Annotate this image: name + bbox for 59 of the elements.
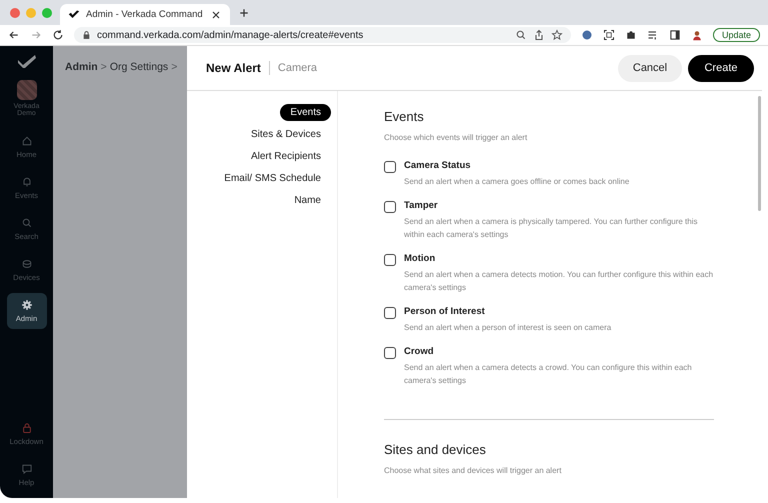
- breadcrumb-separator: >: [100, 61, 107, 75]
- browser-tab[interactable]: Admin - Verkada Command: [60, 4, 230, 25]
- lock-icon: [82, 29, 91, 41]
- checkbox[interactable]: [384, 201, 396, 213]
- breadcrumb-link[interactable]: Admin: [65, 61, 98, 498]
- star-icon[interactable]: [550, 29, 563, 41]
- option-label: Person of Interest: [404, 306, 486, 317]
- close-window-icon[interactable]: [10, 8, 20, 18]
- home-icon: [20, 135, 32, 147]
- breadcrumb-link[interactable]: Org Settings: [110, 61, 168, 498]
- gear-icon: [20, 299, 32, 311]
- option-description: Send an alert when a camera detects motion. You can further configure this within each camera's settings: [404, 269, 714, 294]
- screenshot-icon[interactable]: [602, 29, 615, 41]
- option-label: Motion: [404, 253, 436, 264]
- close-icon[interactable]: [210, 8, 222, 20]
- reload-icon[interactable]: [52, 29, 64, 41]
- search-icon: [20, 217, 32, 229]
- section-title: Sites and devices: [384, 442, 487, 457]
- option-label: Crowd: [404, 346, 435, 357]
- breadcrumb-separator: >: [171, 61, 178, 75]
- option-label: Camera Status: [404, 160, 472, 171]
- lock-icon: [20, 422, 32, 434]
- cancel-button[interactable]: Cancel: [618, 54, 682, 82]
- create-button[interactable]: Create: [688, 54, 754, 82]
- step-link[interactable]: Name: [284, 192, 331, 209]
- avatar-icon[interactable]: [690, 29, 703, 41]
- step-link[interactable]: Email/ SMS Schedule: [214, 170, 331, 187]
- playlist-icon[interactable]: [646, 29, 659, 41]
- section-title: Events: [384, 109, 425, 124]
- update-button[interactable]: Update: [712, 28, 760, 42]
- checkbox[interactable]: [384, 161, 396, 173]
- option-description: Send an alert when a camera goes offline or comes back online: [404, 176, 630, 188]
- section-description: Choose which events will trigger an alert: [384, 133, 528, 142]
- checkbox[interactable]: [384, 254, 396, 266]
- scrollbar-thumb[interactable]: [758, 96, 761, 211]
- panel-title: New Alert: [206, 61, 270, 75]
- option-description: Send an alert when a person of interest is seen on camera: [404, 322, 612, 334]
- section-description: Choose what sites and devices will trigger an alert: [384, 466, 562, 475]
- logo-icon: [68, 8, 80, 20]
- chat-icon: [20, 463, 32, 475]
- option-label: Tamper: [404, 200, 439, 211]
- panel-subtitle: Camera: [276, 62, 318, 74]
- option-description: Send an alert when a camera is physically tampered. You can further configure this within each camera's settings: [404, 216, 698, 241]
- option-description: Send an alert when a camera detects a crowd. You can configure this within each camera's settings: [404, 362, 693, 387]
- extension-icon[interactable]: [580, 29, 593, 41]
- address-bar[interactable]: command.verkada.com/admin/manage-alerts/create#events: [74, 27, 571, 43]
- logo-icon[interactable]: [18, 54, 36, 68]
- back-icon[interactable]: [8, 29, 20, 41]
- bell-icon: [20, 176, 32, 188]
- checkbox[interactable]: [384, 347, 396, 359]
- devices-icon: [20, 258, 32, 270]
- share-icon[interactable]: [532, 29, 545, 41]
- plus-icon[interactable]: [238, 6, 250, 18]
- zoom-icon[interactable]: [514, 29, 527, 41]
- checkbox[interactable]: [384, 307, 396, 319]
- step-link[interactable]: Sites & Devices: [240, 126, 331, 143]
- sidebar-icon[interactable]: [668, 29, 681, 41]
- step-link[interactable]: Events: [280, 104, 331, 121]
- step-link[interactable]: Alert Recipients: [240, 148, 331, 165]
